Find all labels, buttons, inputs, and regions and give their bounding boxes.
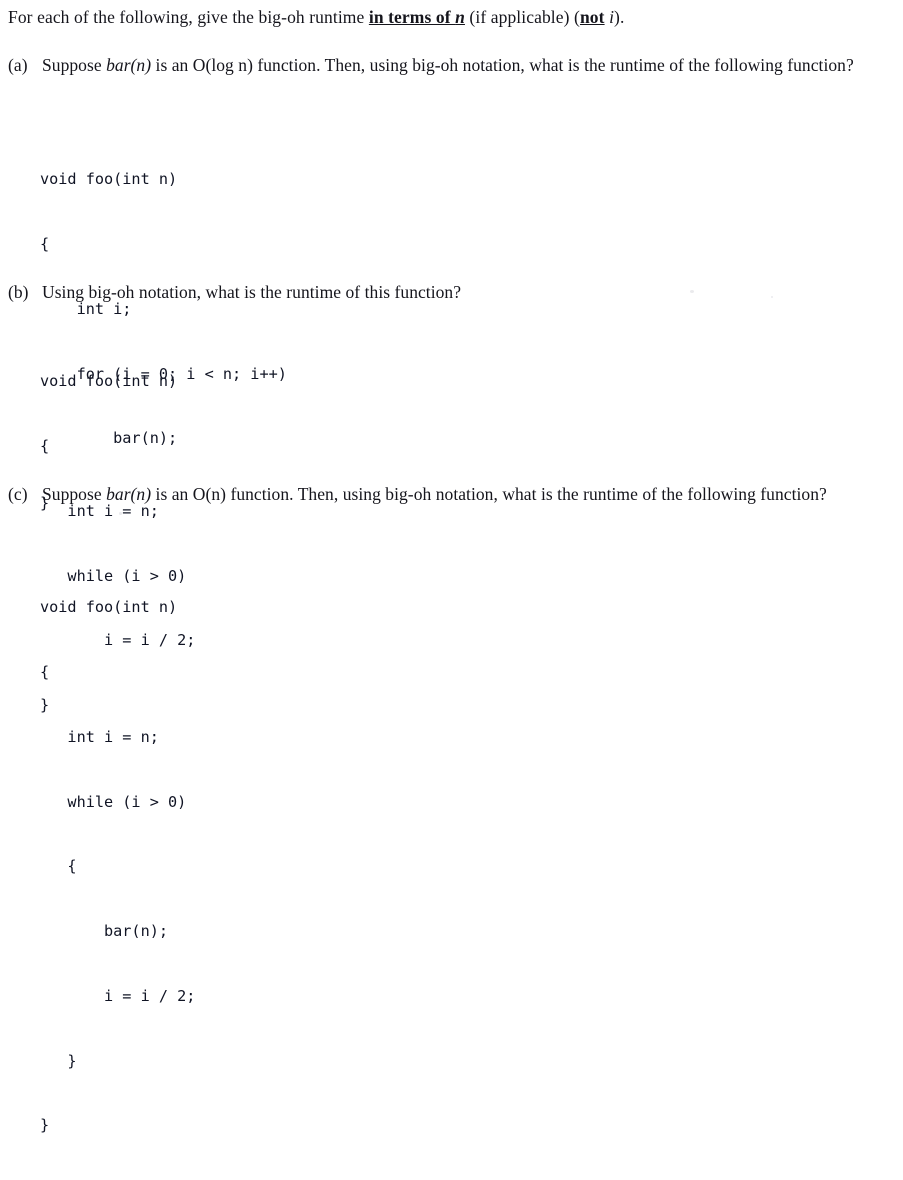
problem-a-text-post: is an O(log n) function. Then, using big… bbox=[151, 55, 854, 75]
problem-a-marker: (a) bbox=[8, 55, 28, 75]
code-line: { bbox=[40, 234, 50, 253]
instruction-emphasis-not: not bbox=[579, 7, 605, 27]
code-block-c: void foo(int n) { int i = n; while (i > … bbox=[40, 554, 195, 1180]
problem-a-function-name: bar(n) bbox=[106, 55, 152, 75]
problem-c-text-pre: Suppose bbox=[42, 484, 107, 504]
code-line: void foo(int n) bbox=[40, 598, 178, 617]
instruction-text-part4: ). bbox=[614, 7, 625, 27]
document-page: For each of the following, give the big-… bbox=[0, 0, 903, 1134]
problem-b-text-pre: Using big-oh notation, what is the runti… bbox=[42, 282, 462, 302]
problem-a-text: Suppose bar(n) is an O(log n) function. … bbox=[42, 54, 882, 77]
code-line: while (i > 0) bbox=[40, 792, 187, 811]
scan-speckle bbox=[119, 512, 122, 515]
instruction-emphasis-in-terms-of: in terms of n bbox=[369, 7, 465, 27]
code-line: { bbox=[40, 662, 50, 681]
instruction-emphasis-variable-n: n bbox=[455, 7, 465, 27]
code-line: i = i / 2; bbox=[40, 986, 196, 1005]
problem-b: (b) Using big-oh notation, what is the r… bbox=[8, 281, 882, 304]
instruction-text-part1: For each of the following, give the big-… bbox=[8, 7, 369, 27]
problem-c: (c) Suppose bar(n) is an O(n) function. … bbox=[8, 483, 894, 506]
problem-c-text: Suppose bar(n) is an O(n) function. Then… bbox=[42, 483, 894, 506]
problem-c-marker: (c) bbox=[8, 484, 28, 504]
code-line: } bbox=[40, 1051, 77, 1070]
scan-speckle bbox=[690, 290, 694, 293]
code-line: void foo(int n) bbox=[40, 170, 178, 189]
problem-b-text: Using big-oh notation, what is the runti… bbox=[42, 281, 882, 304]
problem-c-function-name: bar(n) bbox=[106, 484, 152, 504]
problem-b-marker: (b) bbox=[8, 282, 29, 302]
code-line: { bbox=[40, 857, 77, 876]
code-line: bar(n); bbox=[40, 922, 169, 941]
instruction-line: For each of the following, give the big-… bbox=[8, 6, 888, 28]
instruction-text-part2: (if applicable) ( bbox=[464, 7, 580, 27]
scan-speckle bbox=[771, 296, 773, 298]
instruction-emphasis-text: in terms of bbox=[368, 7, 456, 27]
problem-a-text-pre: Suppose bbox=[42, 55, 107, 75]
problem-a: (a) Suppose bar(n) is an O(log n) functi… bbox=[8, 54, 882, 77]
code-line: } bbox=[40, 1116, 50, 1135]
code-line: { bbox=[40, 436, 50, 455]
problem-c-text-post: is an O(n) function. Then, using big-oh … bbox=[151, 484, 827, 504]
code-line: void foo(int n) bbox=[40, 372, 178, 391]
code-line: int i = n; bbox=[40, 727, 159, 746]
